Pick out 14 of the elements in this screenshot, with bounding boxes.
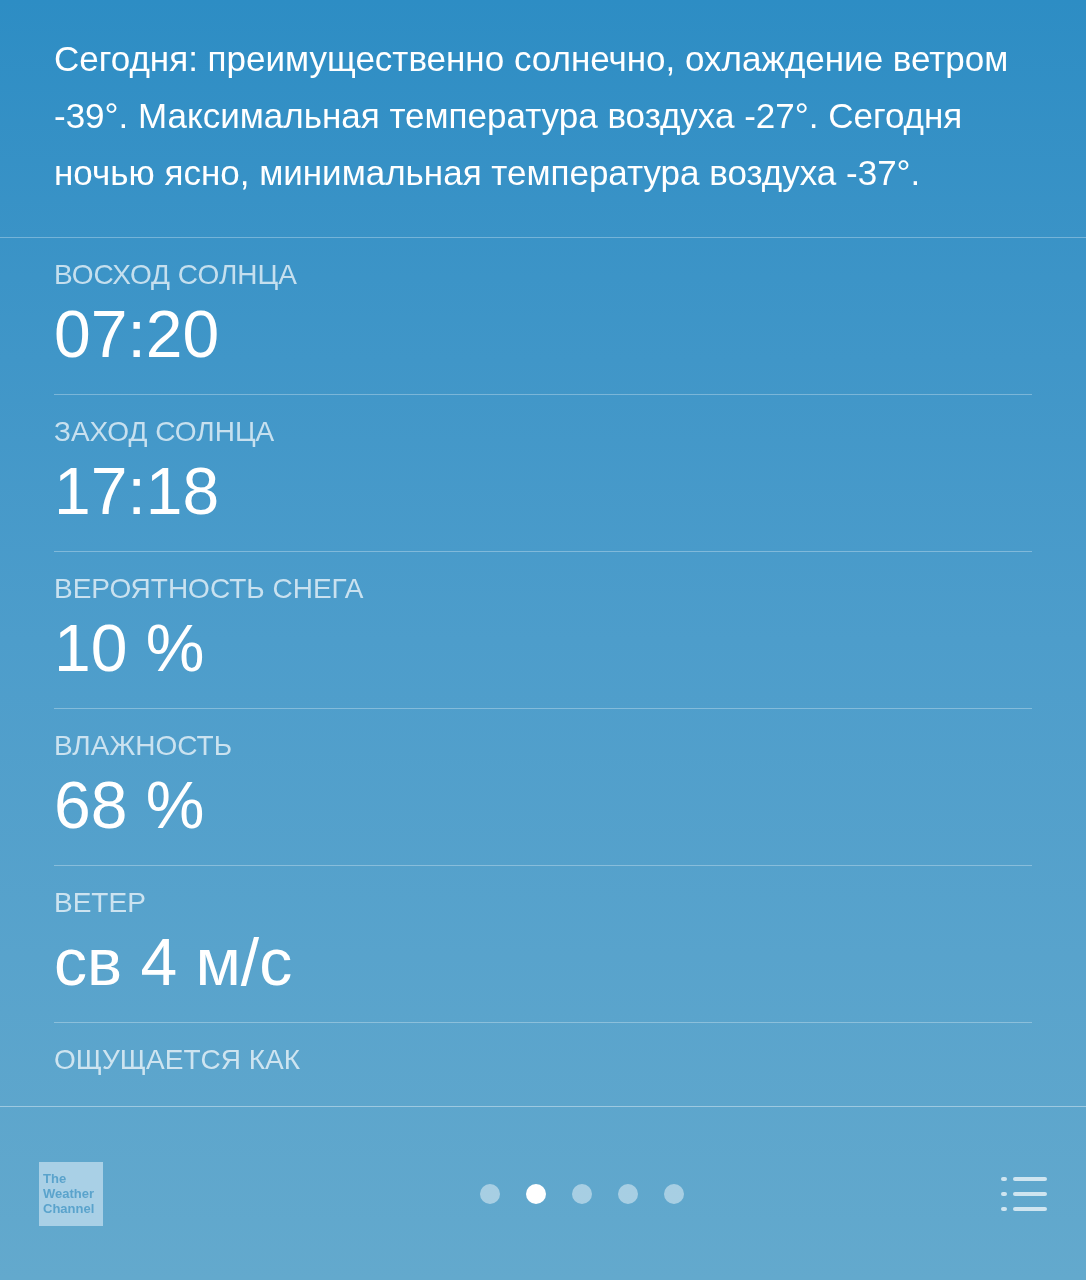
detail-label: ОЩУЩАЕТСЯ КАК	[54, 1044, 301, 1075]
detail-label: ВОСХОД СОЛНЦА	[54, 259, 297, 290]
weather-channel-logo[interactable]: The Weather Channel	[39, 1161, 103, 1226]
forecast-summary: Сегодня: преимущественно солнечно, охлаждение ветром -39°. Максимальная температура воздуха -27°. Сегодня ночью ясно, минимальная температура воздуха -37°.	[54, 38, 1010, 194]
list-icon[interactable]	[1001, 1176, 1047, 1211]
detail-label: ВЛАЖНОСТЬ	[54, 730, 233, 761]
detail-value: 07:20	[54, 297, 220, 371]
detail-value: 10 %	[54, 611, 205, 685]
detail-label: ВЕРОЯТНОСТЬ СНЕГА	[54, 573, 364, 604]
detail-label: ЗАХОД СОЛНЦА	[54, 416, 275, 447]
detail-label: ВЕТЕР	[54, 887, 146, 918]
detail-value: 17:18	[54, 454, 220, 528]
detail-value: св 4 м/с	[54, 925, 293, 999]
detail-value: 68 %	[54, 768, 205, 842]
